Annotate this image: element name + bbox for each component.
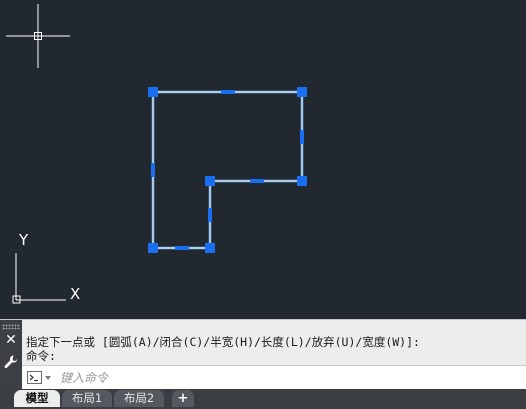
grip-vertex-6 [148, 243, 158, 253]
command-input-row [22, 365, 526, 390]
command-history-line: 指定下一点或 [圆弧(A)/闭合(C)/半宽(H)/长度(L)/放弃(U)/宽度… [26, 335, 420, 349]
command-line-toolbar: ✕ [0, 320, 22, 390]
layout-tab-bar: 模型 布局1 布局2 + [0, 389, 526, 409]
wrench-icon[interactable] [3, 354, 19, 370]
command-line-panel: ✕ 指定下一点或 [圆弧(A)/闭合(C)/半宽(H)/长度(L)/放弃(U)/… [0, 319, 526, 390]
grip-mid-top [221, 90, 235, 94]
command-prompt-icon[interactable] [27, 370, 53, 386]
grip-mid-left [151, 163, 155, 177]
add-layout-button[interactable]: + [172, 390, 194, 407]
grip-vertex-2 [297, 87, 307, 97]
grip-vertex-5 [205, 243, 215, 253]
drawing-canvas[interactable]: Y X [0, 0, 526, 319]
grip-vertex-1 [148, 87, 158, 97]
grip-mid-inner-v [208, 208, 212, 222]
close-icon[interactable]: ✕ [0, 332, 22, 348]
grip-mid-right [300, 130, 304, 144]
midpoint-grips[interactable] [151, 90, 304, 250]
command-history-line: 命令: [26, 349, 56, 363]
selected-polyline[interactable] [151, 90, 304, 250]
grip-vertex-4 [205, 176, 215, 186]
tab-layout1[interactable]: 布局1 [62, 390, 112, 407]
grip-mid-bottom [175, 246, 189, 250]
grip-vertex-3 [297, 176, 307, 186]
crosshair-cursor [6, 4, 70, 68]
tab-layout2[interactable]: 布局2 [114, 390, 164, 407]
vertex-grips[interactable] [148, 87, 307, 253]
ucs-x-label: X [70, 285, 80, 303]
tab-model[interactable]: 模型 [14, 390, 60, 407]
model-space[interactable]: Y X [0, 0, 526, 319]
command-input[interactable] [58, 368, 522, 388]
ucs-icon [12, 253, 66, 304]
drag-handle[interactable] [2, 324, 20, 330]
ucs-y-label: Y [18, 231, 29, 249]
grip-mid-inner-h [250, 179, 264, 183]
